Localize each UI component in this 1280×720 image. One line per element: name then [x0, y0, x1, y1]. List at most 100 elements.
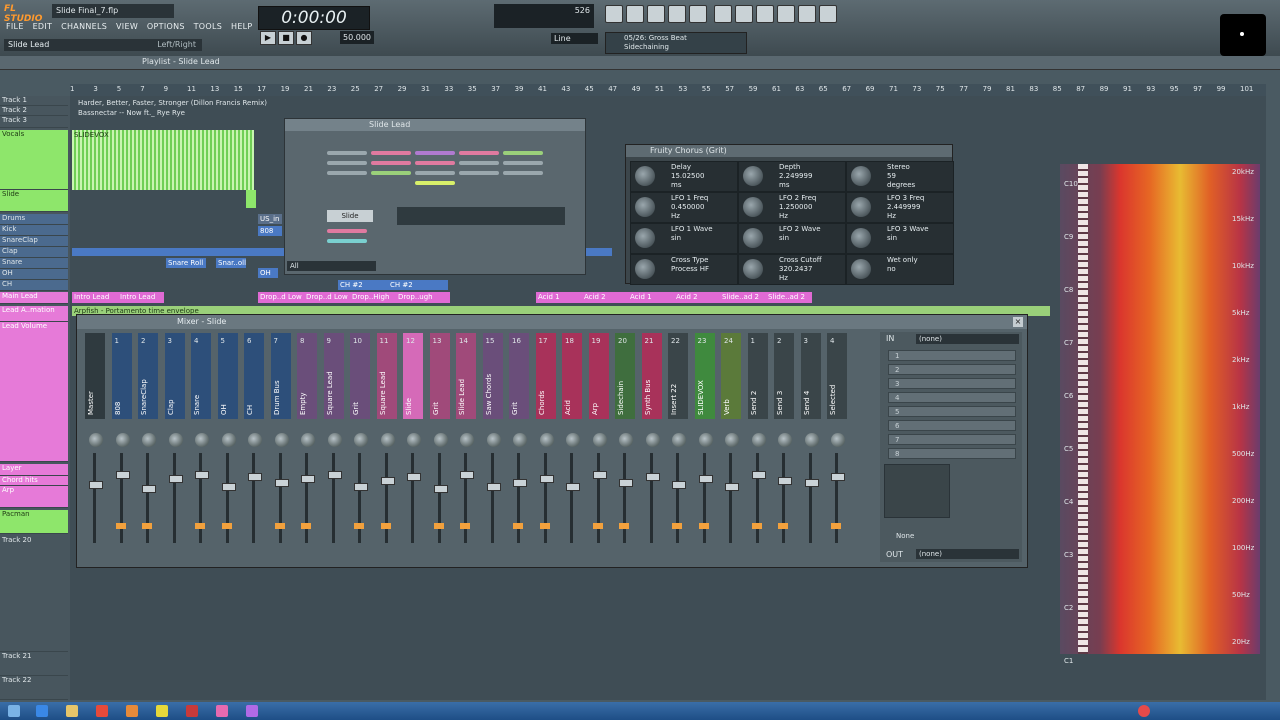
send-switch[interactable] [831, 523, 841, 529]
clip[interactable]: Acid 1 [536, 292, 582, 303]
pan-knob-icon[interactable] [142, 433, 156, 447]
tempo-icon[interactable] [777, 5, 795, 23]
track-name[interactable]: Layer [0, 464, 68, 476]
fader-handle[interactable] [168, 475, 183, 483]
fader-handle[interactable] [274, 479, 289, 487]
fader-handle[interactable] [513, 479, 527, 487]
send-switch[interactable] [115, 523, 126, 529]
clip[interactable]: CH #2 [388, 280, 448, 290]
tempo-display[interactable]: 50.000 [340, 31, 374, 44]
menu-channels[interactable]: CHANNELS [61, 22, 107, 31]
fader-handle[interactable] [566, 483, 580, 491]
output-select[interactable]: (none) [916, 549, 1019, 559]
track-name[interactable]: Arp [0, 486, 68, 508]
pan-knob-icon[interactable] [301, 433, 315, 447]
browser-window-icon[interactable] [668, 5, 686, 23]
knob-icon[interactable] [743, 166, 763, 186]
clip[interactable]: Drop..d Low [304, 292, 350, 303]
settings-icon[interactable] [798, 5, 816, 23]
mixer-window-icon[interactable] [689, 5, 707, 23]
send-switch[interactable] [274, 523, 285, 529]
mixer-strip[interactable]: 15 Saw Chords [481, 333, 505, 543]
knob-icon[interactable] [851, 197, 871, 217]
mixer-strip[interactable]: 2 SnareClap [136, 333, 160, 543]
mixer-strip[interactable]: 20 Sidechain [613, 333, 637, 543]
mixer-strip[interactable]: Master [83, 333, 107, 543]
step-bar[interactable] [327, 151, 367, 155]
time-display[interactable]: 0:00:00 [258, 6, 370, 30]
track-name[interactable]: Track 1 [0, 96, 68, 106]
online-icon[interactable] [714, 5, 732, 23]
fx-slot[interactable]: 8 [888, 448, 1016, 459]
step-bar[interactable] [415, 161, 455, 165]
firefox-icon[interactable] [126, 705, 138, 717]
pianoroll-window-icon[interactable] [647, 5, 665, 23]
pan-knob-icon[interactable] [486, 433, 501, 447]
step-bar[interactable] [503, 161, 543, 165]
mixer-strip[interactable]: 13 Grit [428, 333, 452, 543]
pan-knob-icon[interactable] [698, 433, 713, 447]
app-icon[interactable] [186, 705, 198, 717]
news-panel[interactable]: 05/26: Gross Beat Sidechaining [605, 32, 747, 54]
fader-handle[interactable] [221, 483, 236, 491]
step-bar[interactable] [371, 161, 411, 165]
pan-knob-icon[interactable] [672, 433, 686, 447]
param-cell[interactable]: LFO 3 Freq 2.449999 Hz [846, 192, 954, 223]
knob-icon[interactable] [743, 259, 763, 279]
knob-icon[interactable] [635, 259, 655, 279]
browser-icon[interactable] [36, 705, 48, 717]
pan-knob-icon[interactable] [327, 433, 342, 447]
fx-slot[interactable]: 5 [888, 406, 1016, 417]
send-switch[interactable] [354, 523, 364, 529]
send-switch[interactable] [513, 523, 523, 529]
mixer-strip[interactable]: 11 Square Lead [375, 333, 399, 543]
mixer-strip[interactable]: 4 Snare [189, 333, 213, 543]
menu-file[interactable]: FILE [6, 22, 24, 31]
fader-handle[interactable] [407, 473, 421, 481]
step-bar[interactable] [503, 171, 543, 175]
param-cell[interactable]: LFO 2 Freq 1.250000 Hz [738, 192, 846, 223]
param-cell[interactable]: Cross Cutoff 320.2437 Hz [738, 254, 846, 285]
fx-slot[interactable]: 3 [888, 378, 1016, 389]
fader-handle[interactable] [698, 475, 713, 483]
fx-slot[interactable]: 2 [888, 364, 1016, 375]
fader-handle[interactable] [115, 471, 130, 479]
pan-knob-icon[interactable] [645, 433, 660, 447]
pan-knob-icon[interactable] [725, 433, 739, 447]
channel-steps[interactable] [397, 207, 565, 225]
track-name[interactable]: Lead A..mation [0, 306, 68, 322]
clip[interactable]: Snar..oll [216, 258, 246, 268]
mixer-strip[interactable]: 24 Verb [719, 333, 743, 543]
step-bar[interactable] [459, 171, 499, 175]
track-name[interactable]: Snare [0, 258, 68, 269]
clip[interactable]: Acid 1 [628, 292, 674, 303]
mixer-strip[interactable]: 14 Slide Lead [454, 333, 478, 543]
send-switch[interactable] [778, 523, 788, 529]
track-name[interactable]: Track 3 [0, 116, 68, 128]
clip[interactable] [246, 190, 256, 208]
clip[interactable]: Bassnectar -- Now ft._ Rye Rye [76, 108, 276, 118]
param-cell[interactable]: Wet only no [846, 254, 954, 285]
play-icon[interactable]: ▶ [260, 31, 276, 45]
step-bar[interactable] [327, 239, 367, 243]
window-titlebar[interactable] [285, 119, 585, 131]
eq-preset[interactable]: None [896, 532, 926, 542]
fader-handle[interactable] [380, 477, 395, 485]
step-bar[interactable] [459, 151, 499, 155]
chorus-plugin-window[interactable]: Fruity Chorus (Grit) Delay 15.02500 ms Dept… [625, 144, 954, 285]
menu-view[interactable]: VIEW [116, 22, 138, 31]
pan-knob-icon[interactable] [354, 433, 368, 447]
knob-icon[interactable] [635, 166, 655, 186]
send-switch[interactable] [221, 523, 232, 529]
knob-icon[interactable] [743, 197, 763, 217]
playlist-window-icon[interactable] [605, 5, 623, 23]
param-cell[interactable]: Stereo 59 degrees [846, 161, 954, 192]
fx-slot[interactable]: 4 [888, 392, 1016, 403]
stepseq-window-icon[interactable] [626, 5, 644, 23]
channel-name-button[interactable]: Slide [327, 210, 373, 222]
folder-icon[interactable] [66, 705, 78, 717]
step-bar[interactable] [371, 151, 411, 155]
pan-knob-icon[interactable] [831, 433, 845, 447]
mixer-strip[interactable]: 1 808 [110, 333, 134, 543]
app-icon[interactable] [216, 705, 228, 717]
